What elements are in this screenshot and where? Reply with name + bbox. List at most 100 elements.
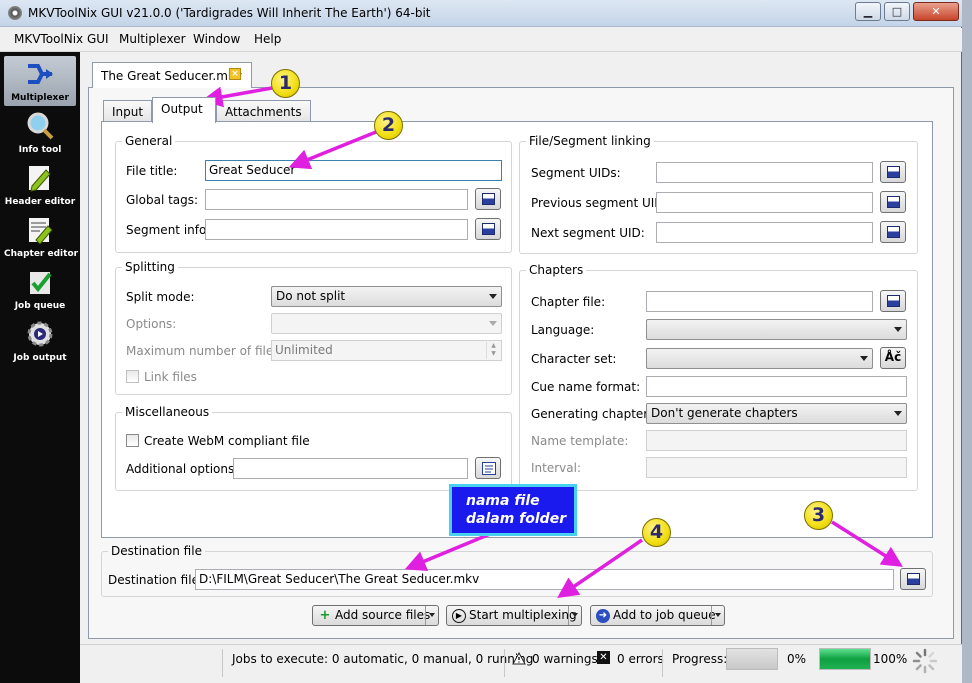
current-progress-pct: 0% xyxy=(787,652,807,666)
destination-input[interactable]: D:\FILM\Great Seducer\The Great Seducer.… xyxy=(195,569,894,590)
sidebar-item-job-queue[interactable]: Job queue xyxy=(4,264,76,314)
tab-close-icon[interactable]: × xyxy=(229,68,241,80)
annotation-note: nama file dalam folder xyxy=(449,484,577,536)
generating-value: Don't generate chapters xyxy=(651,406,798,420)
destination-browse-button[interactable] xyxy=(900,568,926,590)
add-to-queue-main[interactable]: ➜ Add to job queue xyxy=(591,606,720,625)
chapters-title: Chapters xyxy=(526,263,587,277)
tab-input[interactable]: Input xyxy=(103,100,153,122)
total-progress-fill xyxy=(820,649,870,669)
add-to-job-queue-button[interactable]: ➜ Add to job queue xyxy=(590,605,725,626)
current-progress-bar xyxy=(726,648,778,670)
list-icon xyxy=(482,462,496,475)
add-queue-label: Add to job queue xyxy=(613,608,716,622)
warning-icon xyxy=(512,652,526,665)
sidebar-item-info-tool[interactable]: Info tool xyxy=(4,108,76,158)
multiplexer-icon xyxy=(28,64,53,84)
tool-sidebar: Multiplexer Info tool Header editor Chap… xyxy=(0,52,80,683)
generating-select[interactable]: Don't generate chapters xyxy=(646,403,907,424)
start-dropdown[interactable] xyxy=(568,606,581,625)
browse-icon xyxy=(887,226,900,238)
file-tab[interactable]: The Great Seducer.mkv × xyxy=(92,62,252,88)
split-mode-select[interactable]: Do not split xyxy=(271,286,502,307)
close-button[interactable]: ✕ xyxy=(913,2,959,21)
charset-preview-button[interactable]: Åč xyxy=(880,347,906,369)
global-tags-input[interactable] xyxy=(205,189,468,210)
minimize-button[interactable]: ▁ xyxy=(855,2,881,21)
menu-mkvtoolnix[interactable]: MKVToolNix GUI xyxy=(14,32,109,46)
tab-output[interactable]: Output xyxy=(152,97,216,123)
sidebar-item-job-output[interactable]: Job output xyxy=(4,316,76,366)
segment-info-label: Segment info: xyxy=(126,223,211,237)
start-multiplexing-button[interactable]: ▶ Start multiplexing xyxy=(446,605,582,626)
file-title-input[interactable]: Great Seducer xyxy=(205,160,502,181)
segment-uids-browse-button[interactable] xyxy=(880,161,906,183)
file-title-label: File title: xyxy=(126,164,178,178)
charset-select[interactable] xyxy=(646,348,873,369)
additional-options-input[interactable] xyxy=(233,458,468,479)
max-files-value: Unlimited xyxy=(275,343,333,357)
webm-label: Create WebM compliant file xyxy=(144,434,310,448)
callout-2: 2 xyxy=(374,111,403,140)
interval-input xyxy=(646,457,907,478)
browse-icon xyxy=(482,193,495,205)
chapter-file-input[interactable] xyxy=(646,291,873,312)
split-mode-label: Split mode: xyxy=(126,290,195,304)
menu-help[interactable]: Help xyxy=(254,32,281,46)
sidebar-item-multiplexer[interactable]: Multiplexer xyxy=(4,56,76,106)
title-bar: MKVToolNix GUI v21.0.0 ('Tardigrades Wil… xyxy=(0,0,962,27)
spin-arrows-icon: ▲ ▼ xyxy=(486,342,500,359)
divider xyxy=(662,649,663,677)
tab-attachments[interactable]: Attachments xyxy=(216,100,311,122)
link-files-label: Link files xyxy=(144,370,197,384)
callout-3: 3 xyxy=(804,501,833,530)
gear-icon xyxy=(27,321,53,347)
errors-count[interactable]: 0 errors xyxy=(617,652,664,666)
global-tags-browse-button[interactable] xyxy=(475,188,501,210)
name-template-label: Name template: xyxy=(531,434,629,448)
sidebar-label: Chapter editor xyxy=(4,249,79,259)
cue-name-label: Cue name format: xyxy=(531,380,641,394)
start-multiplexing-main[interactable]: ▶ Start multiplexing xyxy=(447,606,581,625)
chapter-file-browse-button[interactable] xyxy=(880,290,906,312)
add-source-dropdown[interactable] xyxy=(425,606,438,625)
additional-options-button[interactable] xyxy=(475,457,501,479)
menu-multiplexer[interactable]: Multiplexer xyxy=(119,32,186,46)
additional-options-label: Additional options: xyxy=(126,462,239,476)
generating-label: Generating chapters: xyxy=(531,407,659,421)
sidebar-item-header-editor[interactable]: Header editor xyxy=(4,160,76,210)
app-window: MKVToolNix GUI v21.0.0 ('Tardigrades Wil… xyxy=(0,0,962,683)
add-source-files-main[interactable]: + Add source files xyxy=(313,606,434,625)
prev-uid-input[interactable] xyxy=(656,192,873,213)
browse-icon xyxy=(887,166,900,178)
misc-title: Miscellaneous xyxy=(122,405,213,419)
language-label: Language: xyxy=(531,323,595,337)
add-queue-dropdown[interactable] xyxy=(711,606,724,625)
prev-uid-browse-button[interactable] xyxy=(880,191,906,213)
sidebar-item-chapter-editor[interactable]: Chapter editor xyxy=(4,212,79,262)
next-uid-browse-button[interactable] xyxy=(880,221,906,243)
error-icon: ✕ xyxy=(597,651,610,664)
plus-icon: + xyxy=(319,608,331,623)
webm-checkbox[interactable] xyxy=(126,434,139,447)
split-options-select xyxy=(271,313,502,334)
add-source-files-button[interactable]: + Add source files xyxy=(312,605,439,626)
browse-icon xyxy=(887,295,900,307)
pencil-list-icon xyxy=(29,218,53,244)
browse-icon xyxy=(482,223,495,235)
cue-name-input[interactable] xyxy=(646,376,907,397)
menu-window[interactable]: Window xyxy=(193,32,240,46)
language-select[interactable] xyxy=(646,319,907,340)
menu-bar: MKVToolNix GUI Multiplexer Window Help xyxy=(0,28,962,52)
chevron-down-icon xyxy=(894,327,902,332)
segment-uids-input[interactable] xyxy=(656,162,873,183)
maximize-button[interactable]: □ xyxy=(884,2,910,21)
sidebar-label: Info tool xyxy=(18,145,62,155)
segment-info-input[interactable] xyxy=(205,219,468,240)
name-template-input xyxy=(646,430,907,451)
next-uid-input[interactable] xyxy=(656,222,873,243)
pencil-paper-icon xyxy=(29,166,51,192)
destination-label: Destination file: xyxy=(108,573,203,587)
warnings-count[interactable]: 0 warnings xyxy=(532,652,598,666)
segment-info-browse-button[interactable] xyxy=(475,218,501,240)
